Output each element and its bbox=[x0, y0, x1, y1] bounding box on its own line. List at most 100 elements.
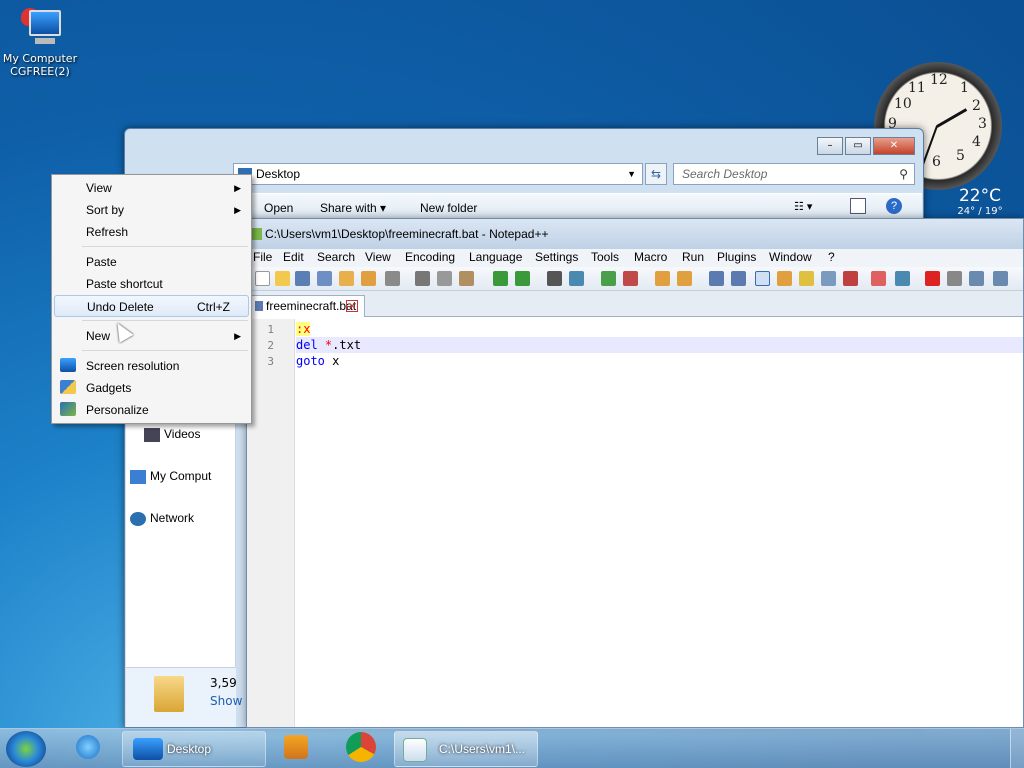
weather-gadget[interactable]: 22°C 24° / 19° bbox=[940, 186, 1020, 217]
open-button[interactable]: Open bbox=[264, 201, 293, 215]
explorer-window-controls: – ▭ ✕ bbox=[815, 137, 915, 155]
close-all-icon[interactable] bbox=[361, 271, 376, 286]
menu-file[interactable]: File bbox=[253, 250, 272, 264]
media-player-icon[interactable] bbox=[284, 735, 308, 759]
zoom-in-icon[interactable] bbox=[601, 271, 616, 286]
menu-encoding[interactable]: Encoding bbox=[405, 250, 455, 264]
my-computer-desktop-icon[interactable]: My Computer CGFREE(2) bbox=[0, 6, 80, 78]
notepadpp-window[interactable]: C:\Users\vm1\Desktop\freeminecraft.bat -… bbox=[246, 218, 1024, 728]
save-icon[interactable] bbox=[295, 271, 310, 286]
notepadpp-tab-bar: freeminecraft.bat ✕ bbox=[247, 291, 1023, 317]
menu-view[interactable]: View bbox=[365, 250, 391, 264]
tab-close-icon[interactable]: ✕ bbox=[346, 300, 358, 312]
close-button[interactable]: ✕ bbox=[873, 137, 915, 155]
folder-as-workspace-icon[interactable] bbox=[843, 271, 858, 286]
menu-item-sort-by[interactable]: Sort by ▶ bbox=[54, 199, 249, 221]
address-bar[interactable]: Desktop ▼ bbox=[233, 163, 643, 185]
replace-icon[interactable] bbox=[569, 271, 584, 286]
clock-hour-hand bbox=[936, 108, 968, 128]
nav-item-network[interactable]: Network bbox=[130, 511, 194, 526]
address-dropdown-icon[interactable]: ▼ bbox=[627, 164, 636, 184]
menu-macro[interactable]: Macro bbox=[634, 250, 667, 264]
chrome-icon[interactable] bbox=[346, 732, 376, 762]
search-input[interactable]: Search Desktop ⚲ bbox=[673, 163, 915, 185]
menu-item-new-label: New bbox=[86, 329, 111, 343]
preview-pane-icon[interactable] bbox=[850, 198, 866, 214]
close-file-icon[interactable] bbox=[339, 271, 354, 286]
network-icon bbox=[130, 512, 146, 526]
internet-explorer-icon[interactable] bbox=[76, 735, 100, 759]
print-icon[interactable] bbox=[385, 271, 400, 286]
minimize-button[interactable]: – bbox=[817, 137, 843, 155]
code-line-2: del *.txt bbox=[296, 337, 1023, 353]
show-all-chars-icon[interactable] bbox=[731, 271, 746, 286]
nav-my-computer-label: My Comput bbox=[150, 469, 212, 483]
redo-icon[interactable] bbox=[515, 271, 530, 286]
menu-help[interactable]: ? bbox=[828, 250, 835, 264]
menu-item-paste-shortcut[interactable]: Paste shortcut bbox=[54, 273, 249, 295]
tab-freeminecraft-bat[interactable]: freeminecraft.bat ✕ bbox=[251, 295, 365, 317]
menu-item-view[interactable]: View ▶ bbox=[54, 177, 249, 199]
maximize-button[interactable]: ▭ bbox=[845, 137, 871, 155]
find-icon[interactable] bbox=[547, 271, 562, 286]
function-list-icon[interactable] bbox=[821, 271, 836, 286]
save-all-icon[interactable] bbox=[317, 271, 332, 286]
cut-icon[interactable] bbox=[415, 271, 430, 286]
clock-number-11: 11 bbox=[908, 80, 926, 96]
menu-run[interactable]: Run bbox=[682, 250, 704, 264]
nav-item-my-computer[interactable]: My Comput bbox=[130, 469, 212, 484]
menu-edit[interactable]: Edit bbox=[283, 250, 304, 264]
refresh-icon[interactable]: ⇆ bbox=[645, 163, 667, 185]
paste-icon[interactable] bbox=[459, 271, 474, 286]
menu-item-personalize[interactable]: Personalize bbox=[54, 399, 249, 421]
file-icon bbox=[255, 301, 263, 311]
taskbar-explorer-button[interactable]: Desktop bbox=[122, 731, 266, 767]
sync-vertical-icon[interactable] bbox=[655, 271, 670, 286]
zoom-out-icon[interactable] bbox=[623, 271, 638, 286]
eye-icon[interactable] bbox=[895, 271, 910, 286]
menu-window[interactable]: Window bbox=[769, 250, 812, 264]
clock-number-6: 6 bbox=[932, 154, 941, 170]
word-wrap-icon[interactable] bbox=[709, 271, 724, 286]
copy-icon[interactable] bbox=[437, 271, 452, 286]
open-file-icon[interactable] bbox=[275, 271, 290, 286]
menu-language[interactable]: Language bbox=[469, 250, 522, 264]
menu-item-undo-delete[interactable]: Undo Delete Ctrl+Z bbox=[54, 295, 249, 317]
indent-guide-icon[interactable] bbox=[755, 271, 770, 286]
run-macro-multiple-icon[interactable] bbox=[993, 271, 1008, 286]
monitoring-icon[interactable] bbox=[871, 271, 886, 286]
menu-item-screen-resolution[interactable]: Screen resolution bbox=[54, 355, 249, 377]
new-folder-button[interactable]: New folder bbox=[420, 201, 477, 215]
menu-item-refresh[interactable]: Refresh bbox=[54, 221, 249, 243]
share-with-button[interactable]: Share with ▾ bbox=[320, 201, 386, 215]
sync-horizontal-icon[interactable] bbox=[677, 271, 692, 286]
menu-item-paste[interactable]: Paste bbox=[54, 251, 249, 273]
taskbar-notepadpp-button[interactable]: C:\Users\vm1\... bbox=[394, 731, 538, 767]
stop-macro-icon[interactable] bbox=[947, 271, 962, 286]
view-options-icon[interactable]: ☷ ▾ bbox=[794, 200, 812, 213]
new-file-icon[interactable] bbox=[255, 271, 270, 286]
play-macro-icon[interactable] bbox=[969, 271, 984, 286]
keyword-token: goto bbox=[296, 354, 325, 368]
menu-tools[interactable]: Tools bbox=[591, 250, 619, 264]
udl-icon[interactable] bbox=[777, 271, 792, 286]
screen-resolution-icon bbox=[60, 358, 76, 372]
submenu-arrow-icon: ▶ bbox=[234, 331, 241, 341]
item-count: 3,59 bbox=[210, 676, 237, 690]
show-details-link[interactable]: Show bbox=[210, 694, 242, 708]
menu-item-gadgets[interactable]: Gadgets bbox=[54, 377, 249, 399]
show-desktop-button[interactable] bbox=[1010, 729, 1024, 768]
menu-item-new[interactable]: New ▶ bbox=[54, 325, 249, 347]
nav-item-videos[interactable]: Videos bbox=[144, 427, 201, 442]
help-icon[interactable]: ? bbox=[886, 198, 902, 214]
undo-icon[interactable] bbox=[493, 271, 508, 286]
menu-settings[interactable]: Settings bbox=[535, 250, 578, 264]
record-macro-icon[interactable] bbox=[925, 271, 940, 286]
menu-plugins[interactable]: Plugins bbox=[717, 250, 756, 264]
start-button[interactable] bbox=[6, 731, 46, 767]
doc-map-icon[interactable] bbox=[799, 271, 814, 286]
code-editor[interactable]: :x del *.txt goto x bbox=[296, 319, 1023, 727]
nav-videos-label: Videos bbox=[164, 427, 201, 441]
notepadpp-title-bar[interactable]: C:\Users\vm1\Desktop\freeminecraft.bat -… bbox=[247, 219, 1023, 249]
menu-search[interactable]: Search bbox=[317, 250, 355, 264]
